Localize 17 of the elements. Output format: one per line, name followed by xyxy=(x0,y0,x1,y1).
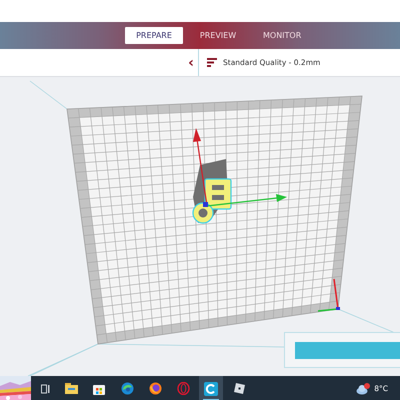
shopping-bag-icon xyxy=(93,382,105,394)
collapse-button[interactable]: ‹ xyxy=(184,56,198,70)
corner-axes-drawing xyxy=(318,278,340,312)
cura-c-icon xyxy=(204,382,218,396)
ring-o-icon xyxy=(176,382,190,395)
origin-handle[interactable] xyxy=(203,202,208,207)
task-view-icon[interactable] xyxy=(41,384,51,394)
folder-icon xyxy=(64,383,78,394)
weather-icon[interactable] xyxy=(356,382,370,394)
stage-tab[interactable]: PREPARE xyxy=(125,27,183,44)
fox-globe-icon xyxy=(148,382,162,395)
stage-tab[interactable]: MONITOR xyxy=(253,27,311,44)
model-drawing xyxy=(192,159,232,224)
stage-tab[interactable]: PREVIEW xyxy=(189,27,247,44)
taskbar-app[interactable] xyxy=(199,376,223,400)
edge-icon xyxy=(120,382,134,395)
settings-bars-icon xyxy=(207,58,217,68)
